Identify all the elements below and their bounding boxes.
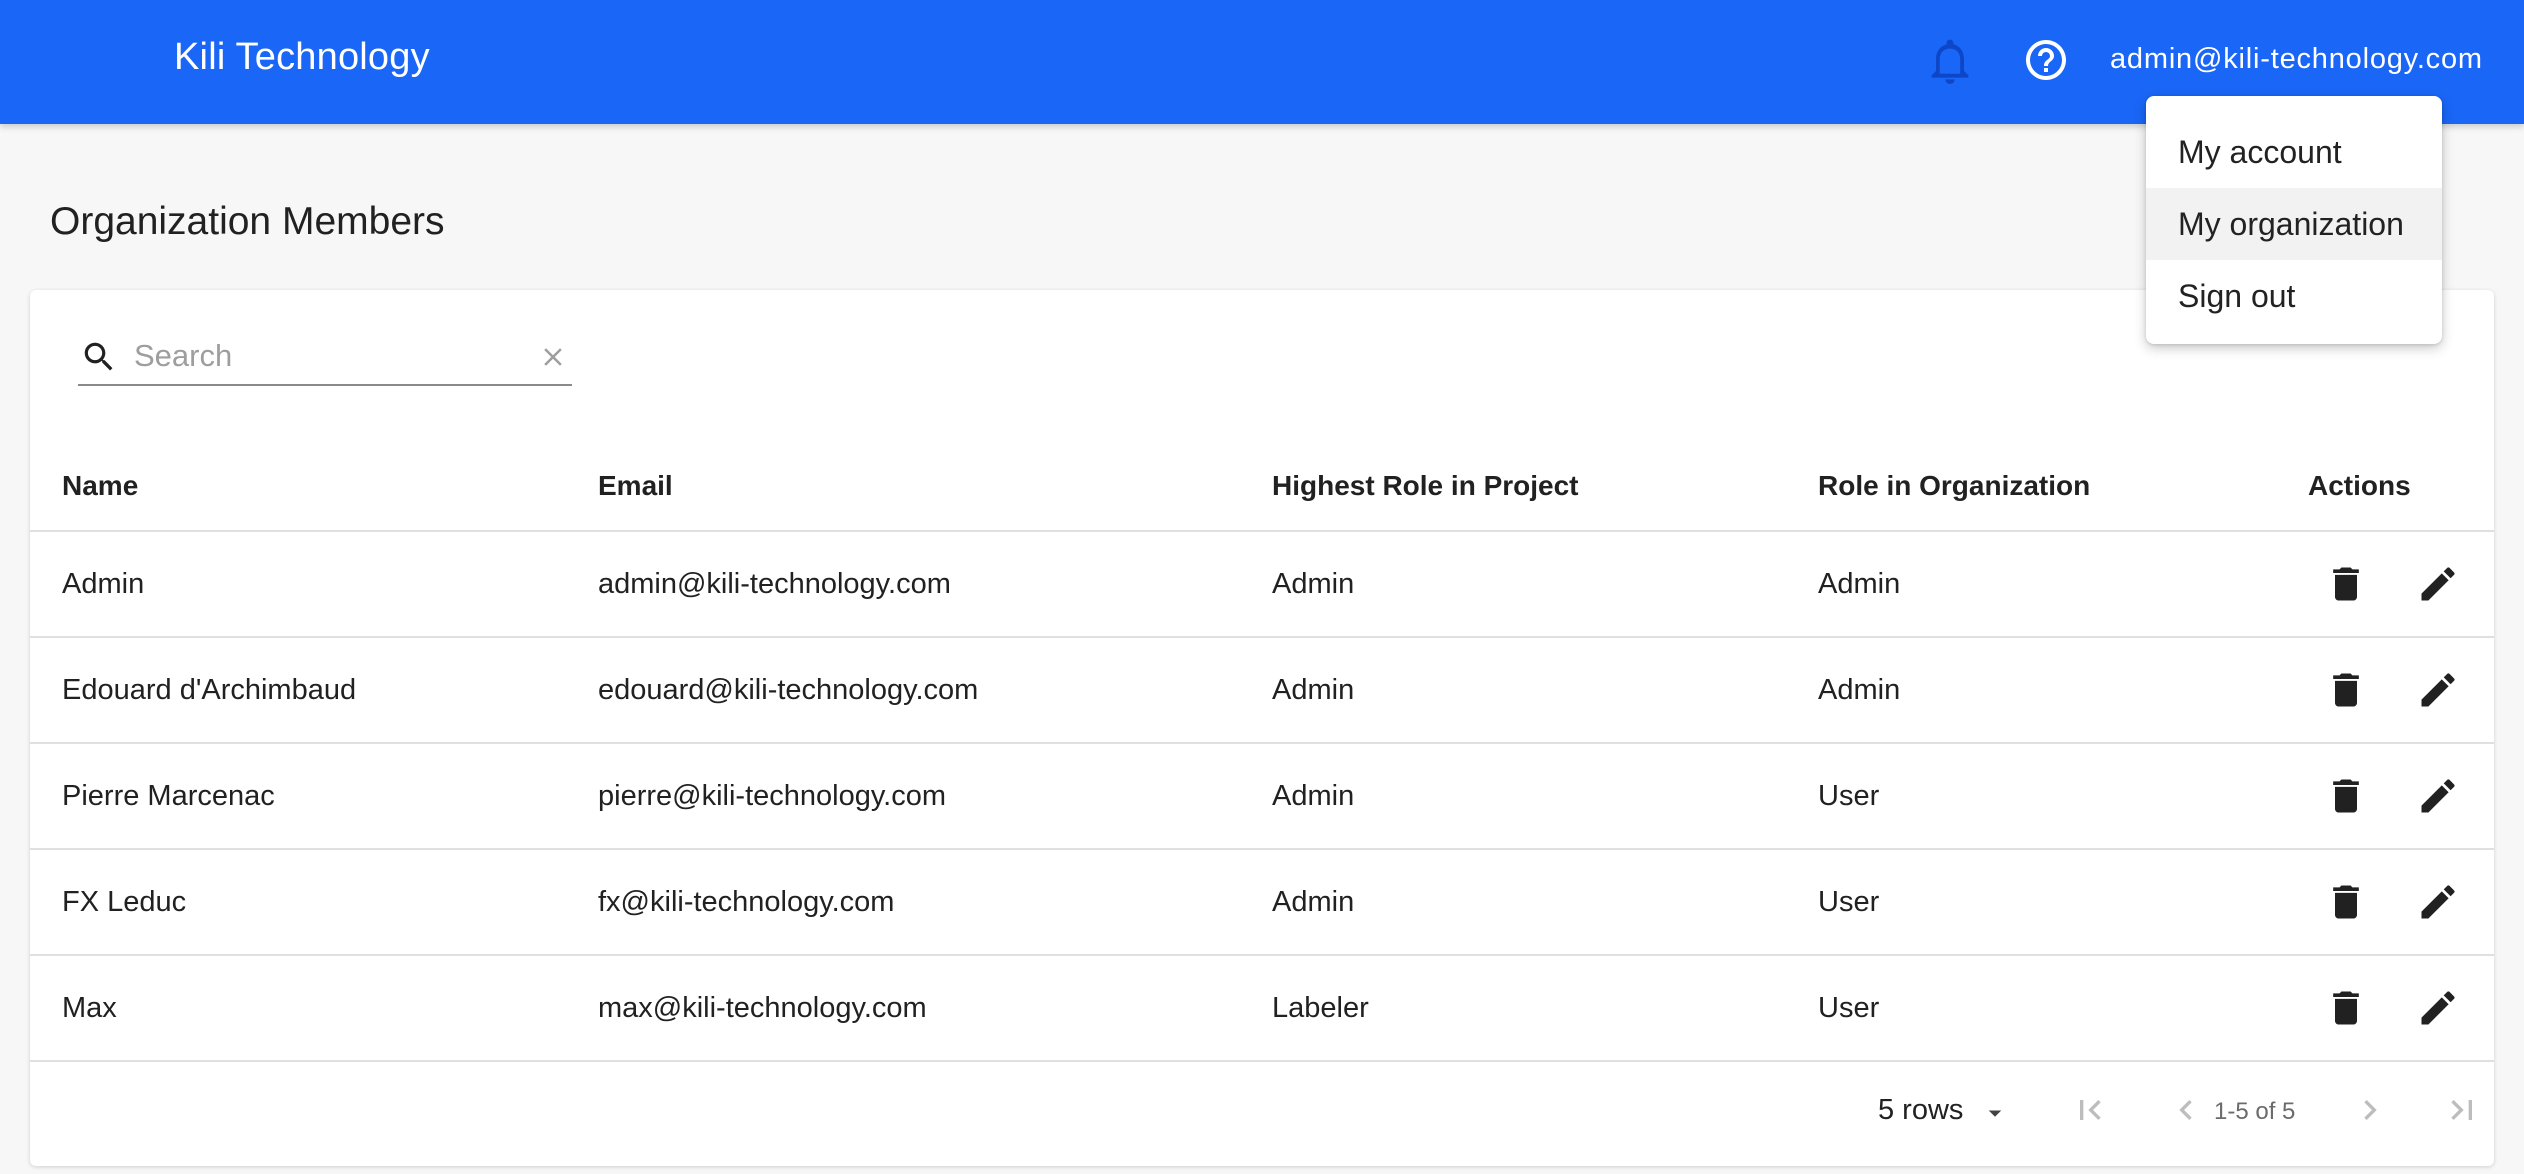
rows-per-page-select[interactable]: 5 rows [1878, 1094, 1963, 1127]
caret-down-icon[interactable] [1980, 1098, 2010, 1128]
help-circle-icon[interactable] [2022, 36, 2070, 84]
clear-search-icon[interactable] [538, 342, 568, 372]
member-name: FX Leduc [62, 886, 187, 918]
member-email: edouard@kili-technology.com [598, 674, 979, 706]
member-name: Pierre Marcenac [62, 780, 275, 812]
column-header-email[interactable]: Email [598, 470, 673, 502]
member-org-role: User [1818, 992, 1880, 1024]
member-highest-role: Admin [1272, 780, 1355, 812]
previous-page-icon[interactable] [2166, 1090, 2206, 1130]
search-input[interactable] [134, 334, 494, 378]
search-icon [80, 338, 118, 376]
member-name: Admin [62, 568, 145, 600]
user-menu-button[interactable]: admin@kili-technology.com [2110, 43, 2483, 76]
column-header-name[interactable]: Name [62, 470, 138, 502]
edit-icon[interactable] [2416, 986, 2460, 1030]
last-page-icon[interactable] [2442, 1090, 2482, 1130]
column-header-highest-role[interactable]: Highest Role in Project [1272, 470, 1579, 502]
table-row: Pierre Marcenac pierre@kili-technology.c… [30, 744, 2494, 850]
member-highest-role: Admin [1272, 568, 1355, 600]
table-header: Name Email Highest Role in Project Role … [30, 440, 2494, 532]
delete-icon[interactable] [2324, 562, 2368, 606]
members-card: Name Email Highest Role in Project Role … [30, 290, 2494, 1166]
menu-item-sign-out[interactable]: Sign out [2146, 260, 2442, 332]
member-email: fx@kili-technology.com [598, 886, 895, 918]
member-name: Edouard d'Archimbaud [62, 674, 357, 706]
delete-icon[interactable] [2324, 880, 2368, 924]
app-title[interactable]: Kili Technology [174, 36, 430, 79]
column-header-actions: Actions [2308, 470, 2411, 501]
member-email: pierre@kili-technology.com [598, 780, 947, 812]
edit-icon[interactable] [2416, 562, 2460, 606]
member-email: admin@kili-technology.com [598, 568, 951, 600]
delete-icon[interactable] [2324, 774, 2368, 818]
menu-item-my-organization[interactable]: My organization [2146, 188, 2442, 260]
page-title: Organization Members [50, 200, 445, 243]
member-org-role: Admin [1818, 568, 1901, 600]
pagination-info: 1-5 of 5 [2214, 1098, 2296, 1125]
edit-icon[interactable] [2416, 774, 2460, 818]
delete-icon[interactable] [2324, 986, 2368, 1030]
user-dropdown-menu: My account My organization Sign out [2146, 96, 2442, 344]
edit-icon[interactable] [2416, 880, 2460, 924]
member-highest-role: Labeler [1272, 992, 1369, 1024]
column-header-org-role[interactable]: Role in Organization [1818, 470, 2090, 502]
table-row: Admin admin@kili-technology.com Admin Ad… [30, 532, 2494, 638]
member-org-role: Admin [1818, 674, 1901, 706]
bell-icon[interactable] [1926, 36, 1974, 88]
pagination-bar: 5 rows 1-5 of 5 [30, 1062, 2494, 1166]
menu-item-my-account[interactable]: My account [2146, 116, 2442, 188]
member-org-role: User [1818, 780, 1880, 812]
member-org-role: User [1818, 886, 1880, 918]
next-page-icon[interactable] [2350, 1090, 2390, 1130]
member-highest-role: Admin [1272, 674, 1355, 706]
table-row: Max max@kili-technology.com Labeler User [30, 956, 2494, 1062]
search-bar [78, 330, 572, 386]
member-highest-role: Admin [1272, 886, 1355, 918]
edit-icon[interactable] [2416, 668, 2460, 712]
table-row: FX Leduc fx@kili-technology.com Admin Us… [30, 850, 2494, 956]
member-name: Max [62, 992, 117, 1024]
first-page-icon[interactable] [2070, 1090, 2110, 1130]
delete-icon[interactable] [2324, 668, 2368, 712]
table-row: Edouard d'Archimbaud edouard@kili-techno… [30, 638, 2494, 744]
member-email: max@kili-technology.com [598, 992, 927, 1024]
